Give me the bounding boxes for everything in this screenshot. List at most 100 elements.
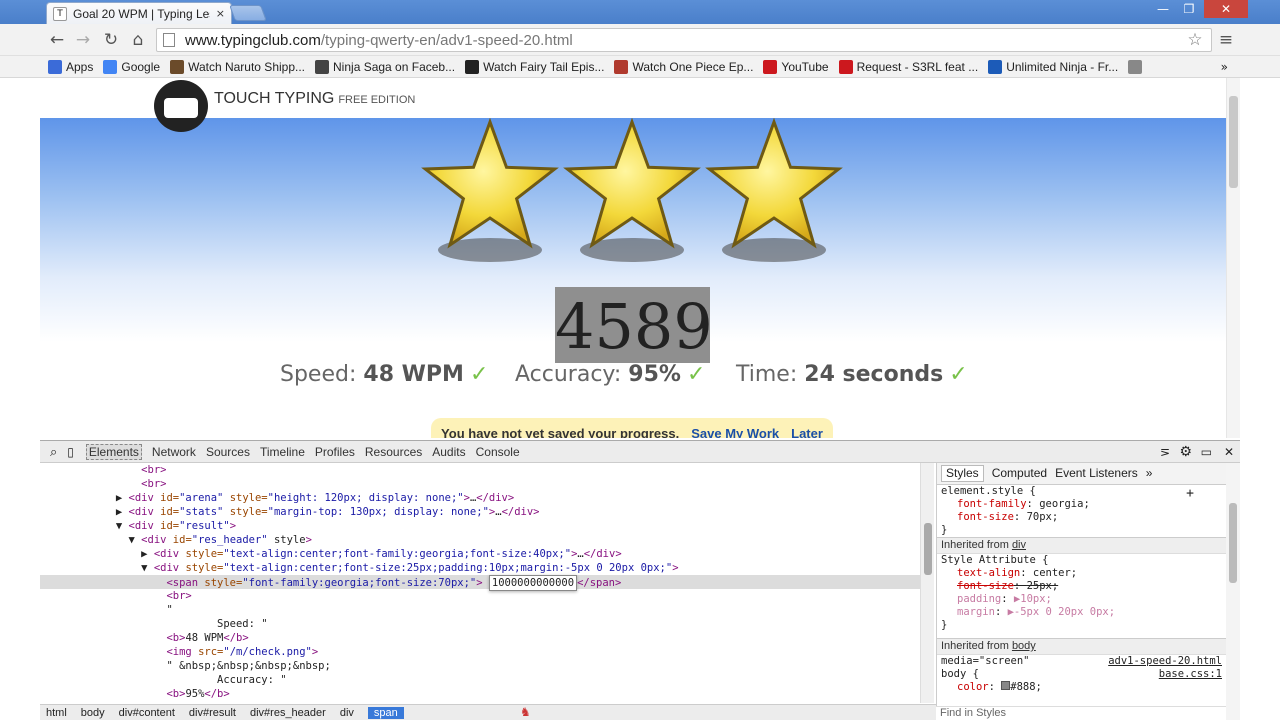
text-edit-field[interactable]: 1000000000000	[488, 575, 578, 591]
dock-icon[interactable]: ▭	[1201, 445, 1212, 459]
style-property[interactable]: margin: ▶-5px 0 20px 0px;	[937, 606, 1226, 619]
tab-resources[interactable]: Resources	[365, 445, 422, 459]
device-mode-icon[interactable]: ▯	[67, 445, 74, 459]
page-scrollbar[interactable]	[1226, 78, 1240, 438]
bookmark-item[interactable]: Request - S3RL feat ...	[838, 59, 978, 74]
ninja-logo-icon[interactable]	[154, 80, 208, 132]
tab-sources[interactable]: Sources	[206, 445, 250, 459]
save-my-work-link[interactable]: Save My Work	[691, 426, 779, 439]
breadcrumb-item[interactable]: body	[81, 707, 105, 719]
add-rule-icon[interactable]: +	[1186, 487, 1194, 500]
bookmark-item[interactable]: Watch Fairy Tail Epis...	[465, 59, 604, 74]
style-property[interactable]: font-size: 70px;	[937, 511, 1226, 524]
dom-node[interactable]: ▼ <div style="text-align:center;font-siz…	[40, 561, 920, 575]
dom-node[interactable]: "	[40, 603, 920, 617]
style-property[interactable]: padding: ▶10px;	[937, 593, 1226, 606]
bookmark-item[interactable]: Watch One Piece Ep...	[614, 59, 753, 74]
body-color-prop[interactable]: color: #888;	[937, 681, 1226, 694]
dom-node[interactable]: ▶ <div id="stats" style="margin-top: 130…	[40, 505, 920, 519]
dom-node[interactable]: Speed: "	[40, 617, 920, 631]
browser-tab[interactable]: T Goal 20 WPM | Typing Les ×	[46, 2, 232, 24]
bookmark-item[interactable]: Ninja Saga on Faceb...	[315, 59, 455, 74]
address-bar[interactable]: www.typingclub.com/typing-qwerty-en/adv1…	[156, 28, 1212, 52]
console-drawer-icon[interactable]: ⋝	[1160, 445, 1170, 459]
dom-node[interactable]: <b>95%</b>	[40, 687, 920, 701]
dom-node[interactable]: ▼ <div id="result">	[40, 519, 920, 533]
gear-icon[interactable]: ⚙	[1179, 443, 1192, 460]
elements-tree[interactable]: <br> <br> ▶ <div id="arena" style="heigh…	[40, 463, 920, 703]
minimize-button[interactable]: —	[1150, 0, 1176, 18]
expand-arrow-icon[interactable]: ▼	[141, 562, 154, 574]
bookmarks-more-icon[interactable]: »	[1221, 60, 1228, 74]
inherited-div-link[interactable]: div	[1012, 539, 1026, 551]
close-window-button[interactable]: ✕	[1204, 0, 1248, 18]
media-file-link[interactable]: adv1-speed-20.html	[1108, 655, 1222, 668]
find-in-styles-input[interactable]: Find in Styles	[936, 706, 1226, 720]
tab-close-icon[interactable]: ×	[216, 7, 225, 20]
dom-node[interactable]: <b>48 WPM</b>	[40, 631, 920, 645]
bookmark-item[interactable]: Google	[103, 59, 160, 74]
home-icon[interactable]: ⌂	[128, 30, 148, 50]
expand-arrow-icon[interactable]	[154, 646, 167, 658]
breadcrumb-item[interactable]: html	[46, 707, 67, 719]
breadcrumb-item[interactable]: div#content	[119, 707, 175, 719]
elements-scrollbar[interactable]	[920, 463, 934, 703]
tab-timeline[interactable]: Timeline	[260, 445, 305, 459]
dom-node[interactable]: ▶ <div id="arena" style="height: 120px; …	[40, 491, 920, 505]
close-icon[interactable]: ✕	[1224, 445, 1234, 459]
style-property[interactable]: text-align: center;	[937, 567, 1226, 580]
dom-node[interactable]: " &nbsp;&nbsp;&nbsp;&nbsp;	[40, 659, 920, 673]
expand-arrow-icon[interactable]: ▶	[116, 492, 129, 504]
expand-arrow-icon[interactable]: ▼	[116, 520, 129, 532]
dom-node[interactable]: <img src="/m/check.png">	[40, 645, 920, 659]
inherited-body-link[interactable]: body	[1012, 640, 1036, 652]
style-property[interactable]: font-family: georgia;	[937, 498, 1226, 511]
tab-profiles[interactable]: Profiles	[315, 445, 355, 459]
expand-arrow-icon[interactable]	[154, 590, 167, 602]
styles-tab[interactable]: Event Listeners	[1055, 467, 1138, 480]
bookmark-item[interactable]: YouTube	[763, 59, 829, 74]
styles-scrollbar[interactable]	[1226, 463, 1240, 720]
styles-tab[interactable]: Computed	[992, 467, 1047, 480]
forward-icon[interactable]: →	[73, 30, 93, 50]
breadcrumb-item[interactable]: div#res_header	[250, 707, 326, 719]
dom-node[interactable]: ▶ <div style="text-align:center;font-fam…	[40, 547, 920, 561]
dom-node[interactable]: <br>	[40, 463, 920, 477]
site-brand[interactable]: TOUCH TYPING FREE EDITION	[214, 90, 415, 108]
expand-arrow-icon[interactable]	[129, 464, 142, 476]
dom-node[interactable]: <br>	[40, 589, 920, 603]
styles-tab[interactable]: »	[1146, 467, 1153, 480]
color-swatch[interactable]	[1001, 681, 1011, 690]
dom-node[interactable]: <br>	[40, 477, 920, 491]
elements-scrollbar-thumb[interactable]	[924, 523, 932, 575]
dom-node[interactable]: <span style="font-family:georgia;font-si…	[40, 575, 920, 591]
dom-node[interactable]: ▼ <div id="res_header" style>	[40, 533, 920, 547]
body-file-link[interactable]: base.css:1	[1159, 668, 1222, 681]
expand-arrow-icon[interactable]: ▶	[141, 548, 154, 560]
expand-arrow-icon[interactable]: ▼	[129, 534, 142, 546]
new-tab-button[interactable]	[229, 5, 267, 21]
expand-arrow-icon[interactable]	[154, 618, 167, 630]
page-scrollbar-thumb[interactable]	[1229, 96, 1238, 188]
expand-arrow-icon[interactable]: ▶	[116, 506, 129, 518]
menu-icon[interactable]: ≡	[1216, 30, 1236, 50]
styles-tab[interactable]: Styles	[941, 465, 984, 482]
search-icon[interactable]: ⌕	[50, 444, 57, 460]
later-link[interactable]: Later	[791, 426, 823, 439]
dom-node[interactable]: Accuracy: "	[40, 673, 920, 687]
tab-elements[interactable]: Elements	[85, 443, 142, 460]
tab-network[interactable]: Network	[152, 445, 196, 459]
expand-arrow-icon[interactable]	[154, 632, 167, 644]
expand-arrow-icon[interactable]	[129, 478, 142, 490]
tab-audits[interactable]: Audits	[432, 445, 465, 459]
breadcrumb-item[interactable]: div	[340, 707, 354, 719]
bookmark-item[interactable]: Watch Naruto Shipp...	[170, 59, 305, 74]
maximize-button[interactable]: ❐	[1176, 0, 1202, 18]
expand-arrow-icon[interactable]	[154, 577, 167, 589]
bookmark-item[interactable]: Unlimited Ninja - Fr...	[988, 59, 1118, 74]
breadcrumb-item[interactable]: span	[367, 706, 404, 719]
expand-arrow-icon[interactable]	[154, 660, 167, 672]
expand-arrow-icon[interactable]	[154, 688, 167, 700]
breadcrumb-item[interactable]: div#result	[189, 707, 236, 719]
reload-icon[interactable]: ↻	[101, 30, 121, 50]
